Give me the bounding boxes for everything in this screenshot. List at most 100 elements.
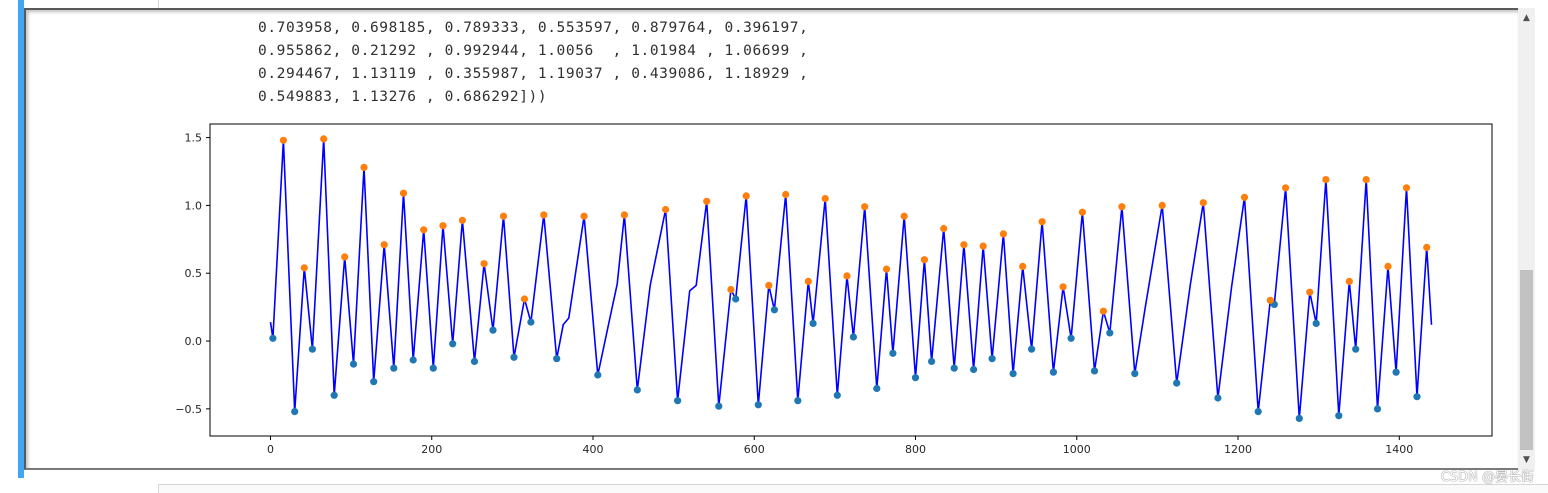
trough-marker [1352, 345, 1360, 353]
plot-frame [209, 123, 1493, 437]
trough-marker [553, 355, 561, 363]
peak-marker [458, 216, 466, 224]
trough-marker [928, 357, 936, 365]
peak-marker [999, 230, 1008, 238]
peak-marker [940, 224, 948, 233]
peak-marker [804, 277, 812, 285]
trough-marker [1049, 368, 1057, 376]
trough-marker [732, 295, 740, 303]
trough-marker [873, 384, 881, 393]
trough-marker [1373, 405, 1382, 413]
y-tick-label: 0.5 [185, 267, 203, 280]
trough-marker [1312, 319, 1320, 327]
trough-marker [754, 401, 762, 409]
y-tick-label: 1.0 [185, 199, 203, 212]
trough-marker [594, 371, 602, 379]
trough-marker [809, 319, 817, 327]
peak-marker [1059, 283, 1067, 291]
trough-marker [1009, 370, 1017, 378]
peak-marker [540, 211, 548, 219]
peak-marker [882, 265, 891, 273]
peak-marker [727, 285, 735, 294]
peak-marker [662, 205, 670, 214]
vertical-scrollbar[interactable]: ▲ ▼ [1518, 8, 1535, 470]
peak-marker [782, 190, 790, 199]
trough-marker [330, 391, 338, 399]
peak-marker [900, 212, 908, 220]
peak-marker [1158, 201, 1166, 209]
trough-marker [1090, 367, 1099, 375]
y-tick-label: −0.5 [175, 403, 202, 416]
trough-marker [950, 364, 958, 372]
peak-marker [1199, 199, 1207, 207]
up-arrow-icon[interactable]: ▲ [1518, 10, 1535, 26]
trough-marker [1131, 370, 1139, 378]
x-tick-label: 800 [905, 443, 926, 456]
trough-marker [674, 397, 682, 405]
peak-marker [300, 264, 308, 272]
peak-marker [580, 212, 588, 220]
peak-marker [320, 135, 328, 143]
trough-marker [1254, 408, 1262, 416]
array-line: 0.703958, 0.698185, 0.789333, 0.553597, … [258, 20, 809, 36]
peak-marker [703, 197, 711, 205]
x-tick-label: 400 [582, 443, 603, 456]
peak-marker [439, 222, 447, 230]
trough-marker [370, 378, 378, 386]
trough-marker [510, 353, 518, 361]
line-chart: 0 200 400 600 800 1000 1200 1400 −0.5 0.0 0.5 1.0 1… [175, 123, 1493, 456]
scroll-thumb[interactable] [1520, 270, 1533, 450]
trough-marker [988, 355, 996, 363]
x-tick-label: 1200 [1224, 443, 1252, 456]
peak-marker [1118, 203, 1126, 211]
peak-marker [360, 163, 368, 171]
trough-marker [449, 340, 457, 348]
y-tick-label: 0.0 [185, 335, 203, 348]
peak-marker [1306, 288, 1314, 296]
peak-marker [380, 241, 388, 249]
peak-marker [399, 189, 408, 197]
array-line: 0.549883, 1.13276 , 0.686292])) [258, 89, 548, 105]
trough-marker [833, 391, 841, 399]
peak-marker [861, 203, 869, 211]
y-axis: −0.5 0.0 0.5 1.0 1.5 [175, 132, 210, 416]
trough-marker [470, 357, 479, 365]
trough-marker [849, 333, 858, 341]
peak-marker [1345, 277, 1353, 285]
peak-marker [1078, 208, 1086, 216]
trough-marker [429, 364, 437, 372]
peak-marker [1019, 262, 1027, 270]
peak-marker [843, 272, 851, 280]
peak-marker [1240, 193, 1249, 201]
bottom-strip [0, 478, 1548, 493]
trough-marker [1173, 379, 1181, 387]
peak-marker [821, 195, 829, 203]
trough-marker [970, 365, 978, 374]
trough-marker [291, 408, 299, 416]
watermark: CSDN @晏长街 [1440, 470, 1534, 485]
trough-marker [1106, 329, 1114, 337]
peak-marker [1266, 296, 1274, 304]
x-tick-label: 1400 [1385, 443, 1413, 456]
trough-marker [409, 356, 417, 364]
peak-marker [742, 192, 750, 200]
peak-marker [620, 211, 628, 219]
trough-marker [1028, 345, 1036, 353]
x-tick-label: 1000 [1063, 443, 1091, 456]
peak-marker [920, 256, 929, 264]
trough-marker [911, 374, 920, 382]
trough-marker [269, 334, 277, 342]
peak-marker [520, 295, 529, 303]
peak-marker [279, 136, 287, 144]
trough-marker [1413, 393, 1421, 401]
peak-marker [1322, 176, 1330, 184]
peak-marker [1423, 243, 1431, 251]
trough-marker [1295, 414, 1303, 422]
peak-marker [499, 212, 508, 220]
peak-marker [1099, 307, 1107, 315]
y-tick-label: 1.5 [185, 132, 203, 145]
peak-marker [960, 241, 968, 249]
array-output-text: 0.703958, 0.698185, 0.789333, 0.553597, … [258, 17, 808, 109]
peak-marker [1282, 184, 1290, 192]
peak-marker [1384, 262, 1392, 270]
